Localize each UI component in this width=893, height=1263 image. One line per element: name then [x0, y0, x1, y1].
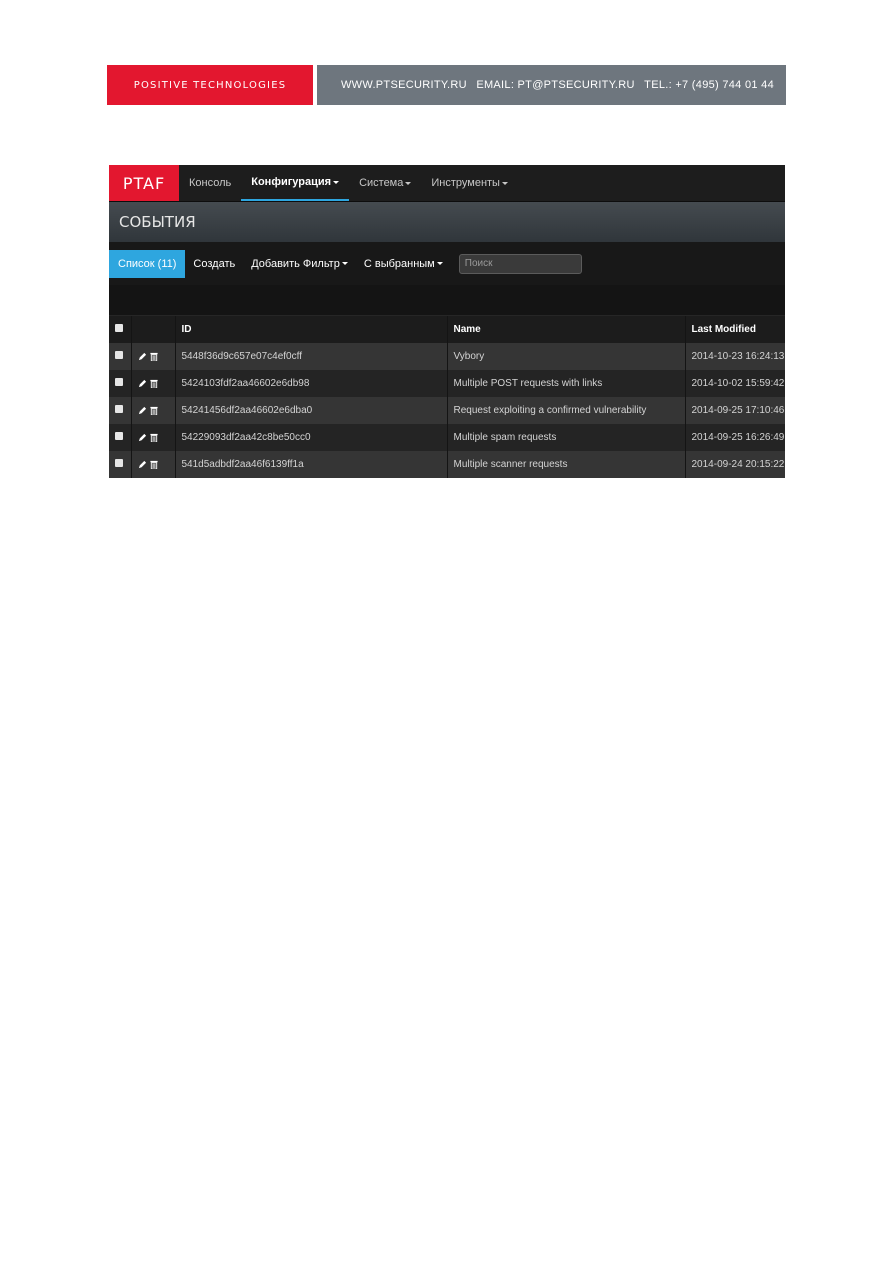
row-checkbox[interactable] [115, 432, 123, 440]
row-actions [131, 343, 176, 370]
app-logo[interactable]: PTAF [109, 165, 179, 201]
row-last-modified: 2014-09-24 20:15:22 [685, 451, 785, 478]
nav-tools[interactable]: Инструменты [421, 165, 518, 201]
brand-name: POSITIVE TECHNOLOGIES [133, 79, 287, 91]
row-name: Vybory [447, 343, 686, 370]
ptaf-screenshot: PTAF Консоль Конфигурация Система Инстру… [109, 165, 785, 478]
trash-icon[interactable] [149, 433, 158, 442]
name-header[interactable]: Name [447, 316, 686, 343]
row-name: Multiple POST requests with links [447, 370, 686, 397]
row-name: Multiple spam requests [447, 424, 686, 451]
edit-icon[interactable] [138, 379, 147, 388]
with-selected-dropdown[interactable]: С выбранным [356, 250, 451, 278]
brand-logo: POSITIVE TECHNOLOGIES [107, 65, 313, 105]
search-input[interactable]: Поиск [458, 253, 582, 274]
row-id: 54229093df2aa42c8be50cc0 [175, 424, 448, 451]
row-checkbox[interactable] [115, 378, 123, 386]
trash-icon[interactable] [149, 352, 158, 361]
chevron-down-icon [333, 180, 340, 184]
nav-system[interactable]: Система [349, 165, 421, 201]
edit-icon[interactable] [138, 433, 147, 442]
row-checkbox[interactable] [115, 459, 123, 467]
row-id: 541d5adbdf2aa46f6139ff1a [175, 451, 448, 478]
row-checkbox-cell [109, 424, 132, 451]
row-checkbox-cell [109, 370, 132, 397]
nav-tools-label: Инструменты [431, 177, 500, 189]
actions-header [131, 316, 176, 343]
row-actions [131, 370, 176, 397]
select-all-cell [109, 316, 132, 343]
edit-icon[interactable] [138, 406, 147, 415]
row-actions [131, 424, 176, 451]
top-navbar: PTAF Консоль Конфигурация Система Инстру… [109, 165, 785, 202]
chevron-down-icon [341, 262, 348, 265]
row-last-modified: 2014-10-23 16:24:13 [685, 343, 785, 370]
row-id: 54241456df2aa46602e6dba0 [175, 397, 448, 424]
nav-system-label: Система [359, 177, 404, 189]
email-text: EMAIL: PT@PTSECURITY.RU [476, 79, 635, 91]
table-header-row: ID Name Last Modified [109, 316, 785, 343]
create-button-label: Создать [193, 257, 236, 270]
add-filter-label: Добавить Фильтр [251, 257, 340, 270]
phone-text: TEL.: +7 (495) 744 01 44 [644, 79, 774, 91]
edit-icon[interactable] [138, 460, 147, 469]
table-toolbar-spacer [109, 285, 785, 316]
chevron-down-icon [436, 262, 443, 265]
page-title-bar: СОБЫТИЯ [109, 202, 785, 242]
last-modified-header[interactable]: Last Modified [685, 316, 785, 343]
events-table: ID Name Last Modified 5448f36d9c657e07c4… [109, 316, 785, 478]
row-last-modified: 2014-09-25 17:10:46 [685, 397, 785, 424]
row-id: 5424103fdf2aa46602e6db98 [175, 370, 448, 397]
row-name: Request exploiting a confirmed vulnerabi… [447, 397, 686, 424]
page-title: СОБЫТИЯ [119, 213, 196, 231]
id-header[interactable]: ID [175, 316, 448, 343]
row-id: 5448f36d9c657e07c4ef0cff [175, 343, 448, 370]
table-row[interactable]: 54229093df2aa42c8be50cc0 Multiple spam r… [109, 424, 785, 451]
row-checkbox[interactable] [115, 405, 123, 413]
table-row[interactable]: 5448f36d9c657e07c4ef0cff Vybory 2014-10-… [109, 343, 785, 370]
row-checkbox-cell [109, 343, 132, 370]
row-checkbox-cell [109, 451, 132, 478]
edit-icon[interactable] [138, 352, 147, 361]
row-name: Multiple scanner requests [447, 451, 686, 478]
nav-console[interactable]: Консоль [179, 165, 241, 201]
row-checkbox[interactable] [115, 351, 123, 359]
row-actions [131, 397, 176, 424]
add-filter-dropdown[interactable]: Добавить Фильтр [243, 250, 356, 278]
list-button[interactable]: Список (11) [109, 249, 186, 278]
nav-configuration[interactable]: Конфигурация [241, 165, 350, 201]
toolbar: Список (11) Создать Добавить Фильтр С вы… [109, 242, 785, 285]
nav-configuration-label: Конфигурация [251, 176, 332, 188]
trash-icon[interactable] [149, 406, 158, 415]
chevron-down-icon [501, 181, 508, 185]
website-text: WWW.PTSECURITY.RU [341, 79, 467, 91]
table-row[interactable]: 541d5adbdf2aa46f6139ff1a Multiple scanne… [109, 451, 785, 478]
nav-console-label: Консоль [189, 177, 232, 189]
create-button[interactable]: Создать [185, 250, 243, 278]
table-row[interactable]: 5424103fdf2aa46602e6db98 Multiple POST r… [109, 370, 785, 397]
chevron-down-icon [405, 181, 412, 185]
document-header-banner: POSITIVE TECHNOLOGIES WWW.PTSECURITY.RU … [107, 65, 786, 105]
row-last-modified: 2014-10-02 15:59:42 [685, 370, 785, 397]
row-checkbox-cell [109, 397, 132, 424]
list-button-label: Список (11) [118, 257, 177, 270]
trash-icon[interactable] [149, 379, 158, 388]
row-last-modified: 2014-09-25 16:26:49 [685, 424, 785, 451]
row-actions [131, 451, 176, 478]
trash-icon[interactable] [149, 460, 158, 469]
table-row[interactable]: 54241456df2aa46602e6dba0 Request exploit… [109, 397, 785, 424]
with-selected-label: С выбранным [363, 257, 435, 270]
contact-bar: WWW.PTSECURITY.RU EMAIL: PT@PTSECURITY.R… [317, 65, 786, 105]
select-all-checkbox[interactable] [115, 324, 123, 332]
